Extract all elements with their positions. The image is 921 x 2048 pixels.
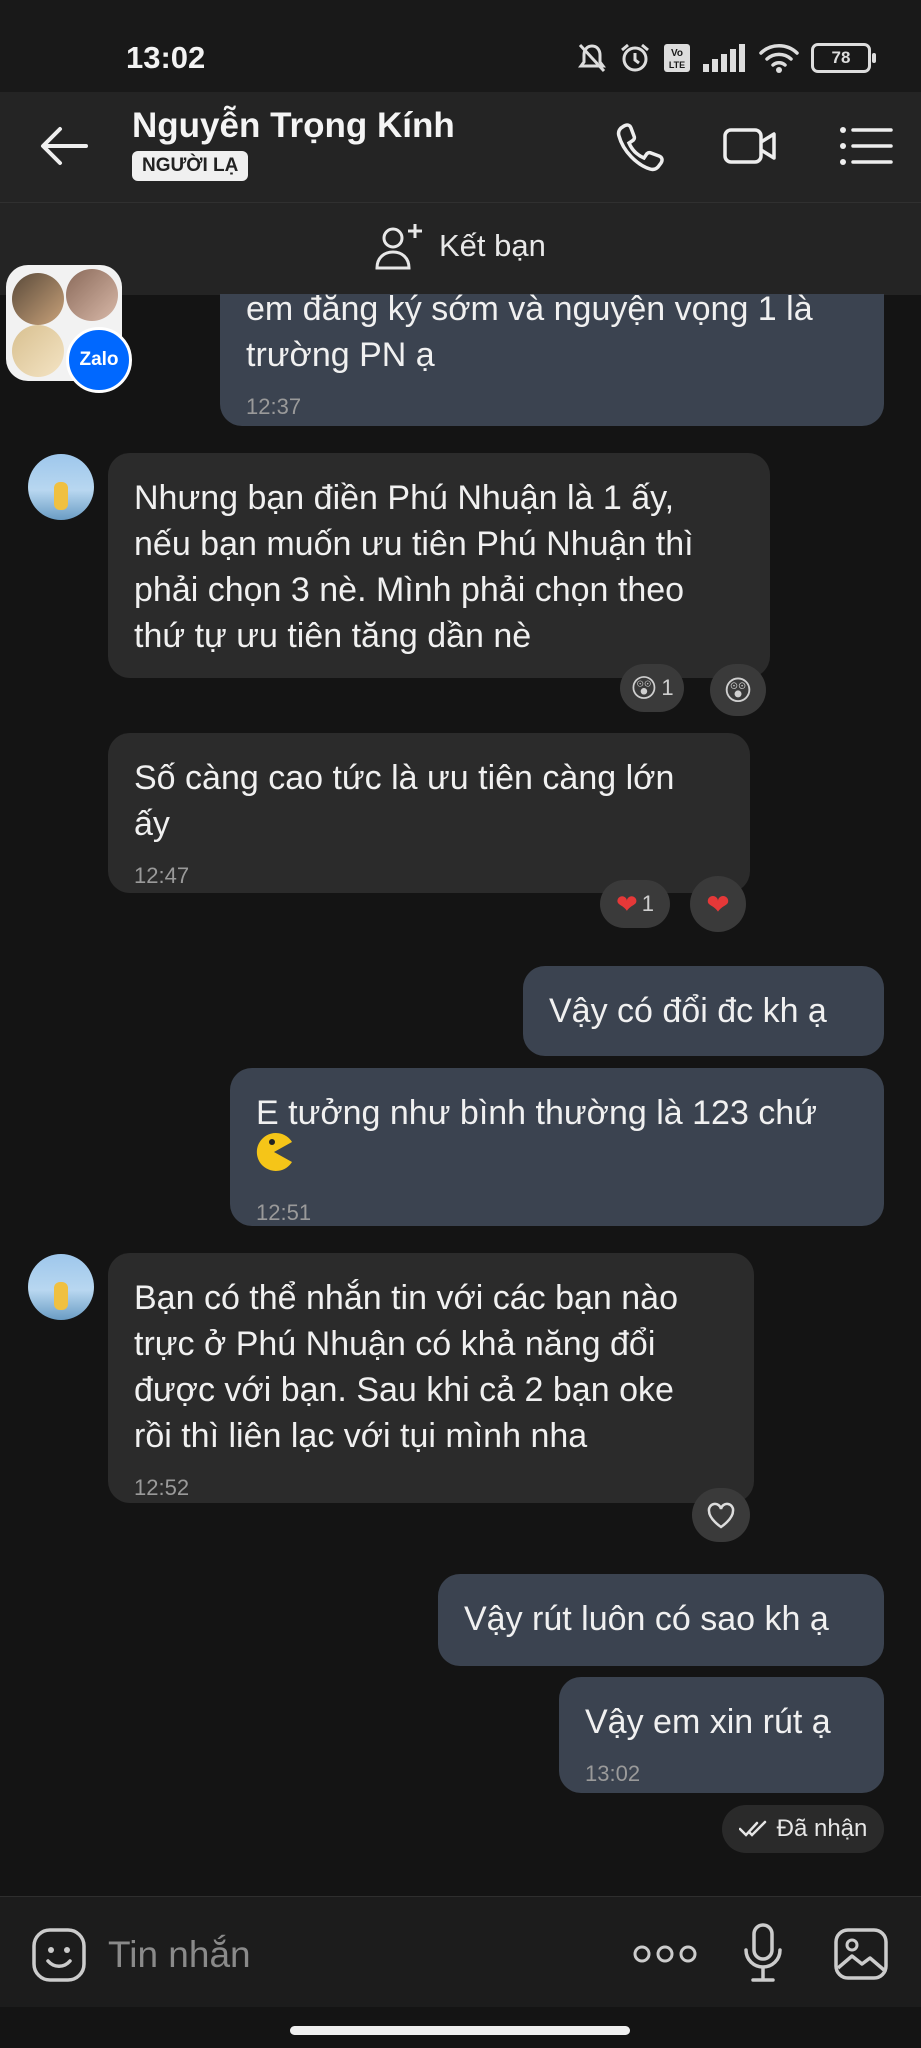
wow-emoji-icon: 😲: [723, 674, 753, 706]
sticker-emoji-icon[interactable]: [30, 1926, 88, 1984]
reaction-count: 1: [641, 891, 655, 916]
chat-head-avatar: [12, 273, 64, 325]
message-text: Vậy có đổi đc kh ạ: [549, 992, 827, 1030]
delivery-status-label: Đã nhận: [776, 1815, 868, 1842]
alarm-icon: [621, 43, 649, 72]
floating-chat-heads[interactable]: Zalo: [6, 265, 132, 393]
message-input[interactable]: Tin nhắn: [108, 1934, 251, 1976]
add-friend-label: Kết bạn: [439, 228, 546, 263]
image-gallery-icon[interactable]: [832, 1926, 890, 1982]
signal-icon: [703, 44, 745, 72]
reaction-summary[interactable]: ❤ 1: [600, 880, 670, 928]
contact-avatar[interactable]: [28, 454, 94, 520]
message-time: 12:37: [246, 394, 302, 419]
status-time: 13:02: [126, 40, 206, 75]
react-button[interactable]: [692, 1488, 750, 1542]
message-time: 12:51: [256, 1200, 312, 1225]
reaction-summary[interactable]: 😲 1: [620, 664, 684, 712]
message-bubble-out[interactable]: Vậy rút luôn có sao kh ạ: [438, 1574, 884, 1666]
home-indicator: [290, 2026, 630, 2035]
chat-head-avatar: [12, 325, 64, 377]
menu-list-icon[interactable]: [835, 118, 895, 174]
phone-call-icon[interactable]: [610, 118, 670, 174]
message-bubble-in[interactable]: Số càng cao tức là ưu tiên càng lớn ấy 1…: [108, 733, 750, 893]
more-options-icon[interactable]: [632, 1942, 698, 1966]
react-button[interactable]: 😲: [710, 664, 766, 716]
heart-outline-icon: [707, 1502, 735, 1529]
add-friend-button[interactable]: Kết bạn: [373, 222, 546, 270]
message-text: Số càng cao tức là ưu tiên càng lớn ấy: [134, 759, 675, 843]
heart-icon: ❤: [706, 888, 730, 920]
svg-text:Vo: Vo: [671, 48, 683, 59]
wow-emoji-icon: 😲: [630, 672, 658, 703]
pacman-emoji-icon: [254, 1132, 294, 1172]
message-bubble-out[interactable]: E tưởng như bình thường là 123 chứ 12:51: [230, 1068, 884, 1226]
status-icons: Vo LTE 78: [577, 38, 876, 78]
message-text: Vậy em xin rút ạ: [585, 1703, 831, 1741]
mute-bell-icon: [578, 43, 606, 73]
wifi-icon: [759, 44, 799, 73]
reaction-count: 1: [661, 675, 674, 700]
heart-icon: ❤: [615, 888, 638, 919]
delivery-status: Đã nhận: [722, 1805, 884, 1853]
message-text: Bạn có thể nhắn tin với các bạn nào trực…: [134, 1279, 678, 1455]
chat-head-avatar: [66, 269, 118, 321]
svg-text:LTE: LTE: [669, 60, 685, 70]
message-bubble-out[interactable]: Vậy em xin rút ạ 13:02: [559, 1677, 884, 1793]
message-bubble-in[interactable]: Nhưng bạn điền Phú Nhuận là 1 ấy, nếu bạ…: [108, 453, 770, 678]
volte-icon: VoLTE: [664, 44, 690, 72]
microphone-icon[interactable]: [740, 1922, 786, 1984]
double-check-icon: [738, 1820, 766, 1837]
add-user-icon: [375, 224, 422, 270]
contact-name[interactable]: Nguyễn Trọng Kính: [132, 106, 455, 146]
video-call-icon[interactable]: [720, 118, 780, 174]
message-text: em đăng ký sớm và nguyện vọng 1 là trườn…: [246, 290, 813, 374]
message-text: Nhưng bạn điền Phú Nhuận là 1 ấy, nếu bạ…: [134, 479, 694, 655]
message-time: 12:52: [134, 1475, 190, 1500]
contact-avatar[interactable]: [28, 1254, 94, 1320]
react-button[interactable]: ❤: [690, 876, 746, 932]
back-arrow-icon[interactable]: [38, 125, 90, 167]
battery-indicator: 78: [811, 43, 876, 73]
zalo-logo: Zalo: [66, 327, 132, 393]
message-text: E tưởng như bình thường là 123 chứ: [256, 1094, 817, 1132]
message-bubble-out[interactable]: Vậy có đổi đc kh ạ: [523, 966, 884, 1056]
message-time: 13:02: [585, 1761, 641, 1786]
message-text: Vậy rút luôn có sao kh ạ: [464, 1600, 829, 1638]
message-bubble-in[interactable]: Bạn có thể nhắn tin với các bạn nào trực…: [108, 1253, 754, 1503]
message-bubble-out[interactable]: em đăng ký sớm và nguyện vọng 1 là trườn…: [220, 290, 884, 426]
stranger-badge: NGƯỜI LẠ: [132, 151, 249, 181]
